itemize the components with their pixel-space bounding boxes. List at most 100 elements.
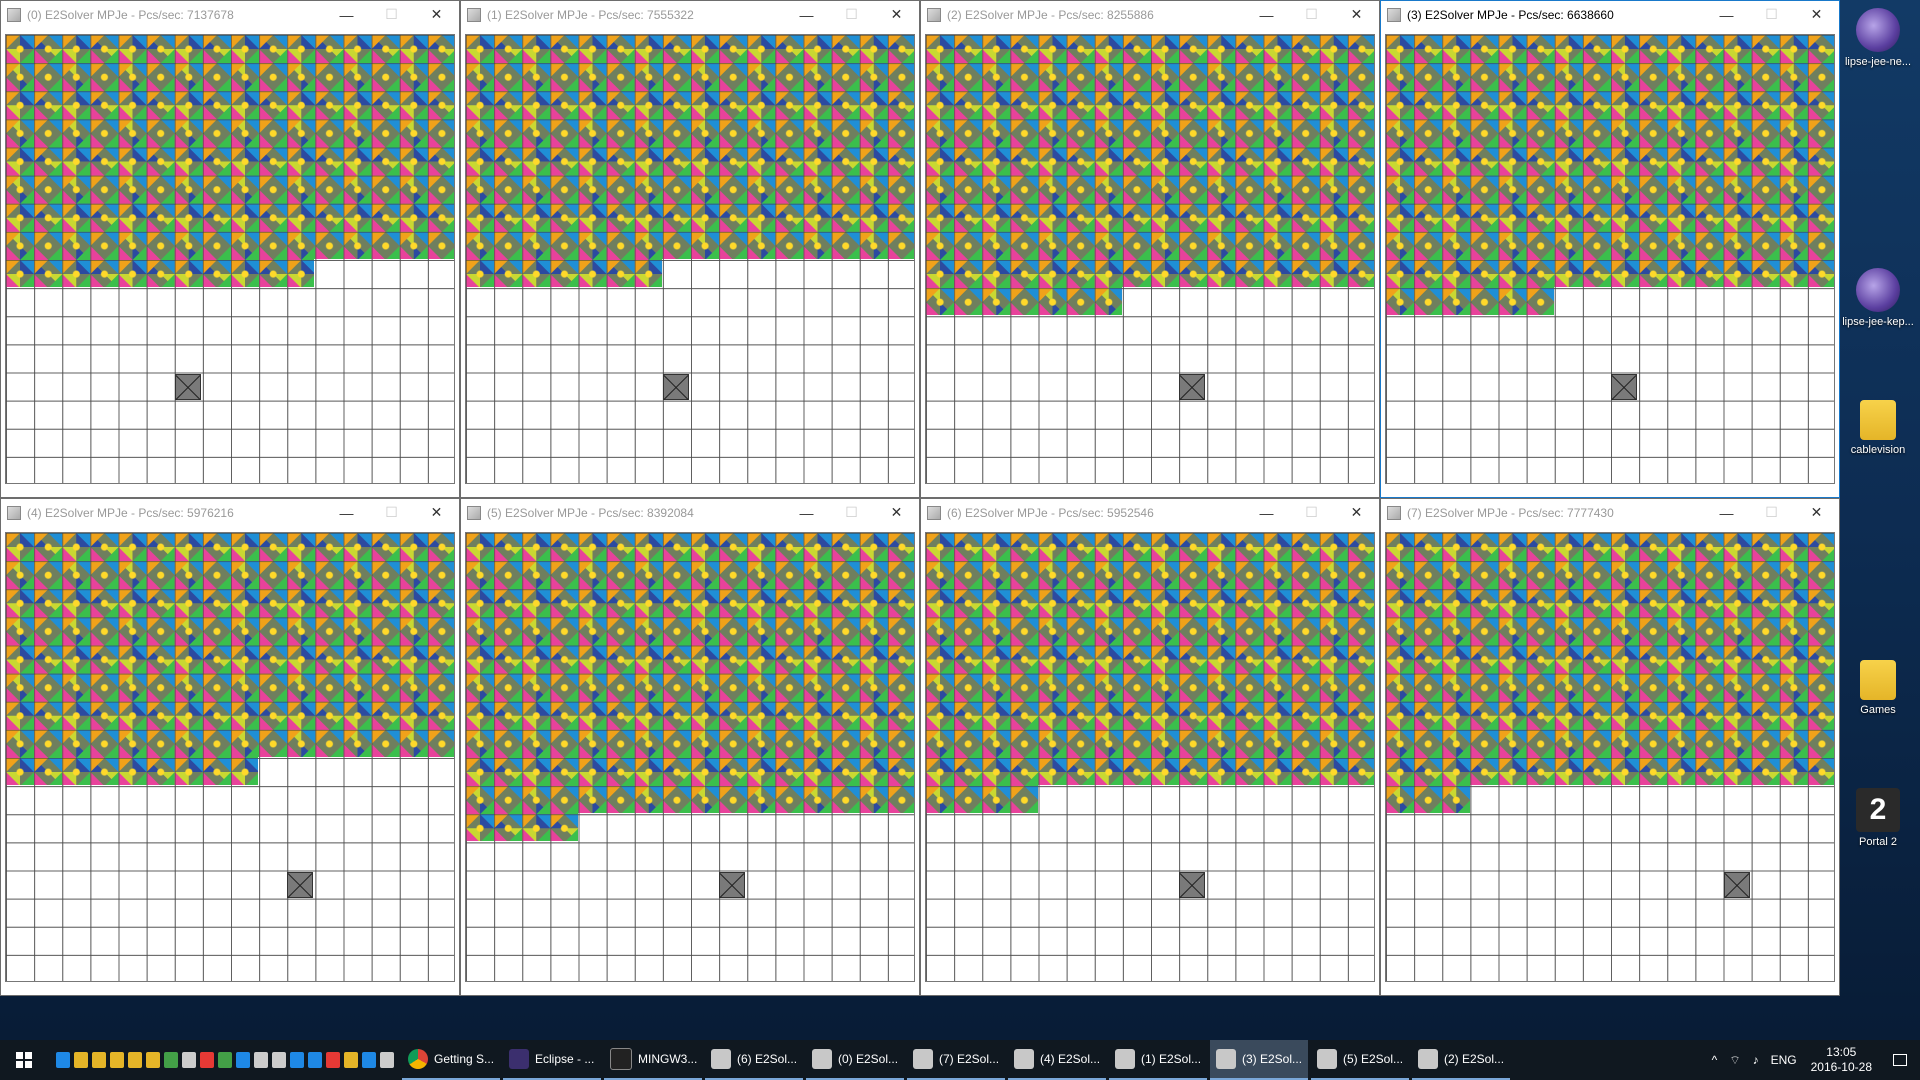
solver-window-7[interactable]: (7) E2Solver MPJe - Pcs/sec: 7777430 — ☐… [1380, 498, 1840, 996]
close-button[interactable]: ✕ [1334, 1, 1379, 28]
title-bar[interactable]: (4) E2Solver MPJe - Pcs/sec: 5976216 — ☐… [1, 499, 459, 526]
network-icon[interactable]: ⌔ [1729, 1053, 1740, 1068]
placed-pieces [926, 533, 1374, 813]
solver-window-2[interactable]: (2) E2Solver MPJe - Pcs/sec: 8255886 — ☐… [920, 0, 1380, 498]
maximize-button[interactable]: ☐ [1749, 499, 1794, 526]
folder-icon[interactable] [146, 1052, 160, 1068]
app-launcher-icon[interactable] [236, 1052, 250, 1068]
taskbar-item-solver-1[interactable]: (1) E2Sol... [1109, 1040, 1207, 1080]
folder-icon[interactable] [92, 1052, 106, 1068]
title-bar[interactable]: (7) E2Solver MPJe - Pcs/sec: 7777430 — ☐… [1381, 499, 1839, 526]
taskbar-item-solver-5[interactable]: (5) E2Sol... [1311, 1040, 1409, 1080]
close-button[interactable]: ✕ [1794, 1, 1839, 28]
minimize-button[interactable]: — [1244, 499, 1289, 526]
skype-icon[interactable] [290, 1052, 304, 1068]
folder-icon[interactable] [128, 1052, 142, 1068]
title-bar[interactable]: (6) E2Solver MPJe - Pcs/sec: 5952546 — ☐… [921, 499, 1379, 526]
desktop-shortcut-portal2[interactable]: 2 Portal 2 [1836, 788, 1920, 848]
minimize-button[interactable]: — [324, 499, 369, 526]
task-label: Eclipse - ... [535, 1052, 595, 1066]
maximize-button[interactable]: ☐ [1289, 1, 1334, 28]
start-button[interactable] [0, 1040, 48, 1080]
placed-pieces [1386, 35, 1834, 315]
maximize-button[interactable]: ☐ [369, 499, 414, 526]
action-center-button[interactable] [1880, 1040, 1920, 1080]
close-button[interactable]: ✕ [874, 499, 919, 526]
app-launcher-icon[interactable] [200, 1052, 214, 1068]
maximize-button[interactable]: ☐ [369, 1, 414, 28]
hint-piece-marker [1179, 872, 1205, 898]
app-launcher-icon[interactable] [272, 1052, 286, 1068]
solver-window-0[interactable]: (0) E2Solver MPJe - Pcs/sec: 7137678 — ☐… [0, 0, 460, 498]
window-title: (3) E2Solver MPJe - Pcs/sec: 6638660 [1407, 7, 1614, 22]
minimize-button[interactable]: — [784, 1, 829, 28]
java-app-icon [1387, 7, 1401, 22]
eclipse-icon [1856, 268, 1900, 312]
taskbar-item-solver-4[interactable]: (4) E2Sol... [1008, 1040, 1106, 1080]
desktop-toolbar-icon[interactable] [56, 1052, 70, 1068]
app-launcher-icon[interactable] [182, 1052, 196, 1068]
maximize-button[interactable]: ☐ [829, 1, 874, 28]
minimize-button[interactable]: — [1704, 1, 1749, 28]
taskbar-item-chrome[interactable]: Getting S... [402, 1040, 500, 1080]
show-hidden-icons-chevron-icon[interactable]: ^ [1712, 1053, 1718, 1067]
taskbar-item-eclipse[interactable]: Eclipse - ... [503, 1040, 601, 1080]
solver-window-3[interactable]: (3) E2Solver MPJe - Pcs/sec: 6638660 — ☐… [1380, 0, 1840, 498]
minimize-button[interactable]: — [1244, 1, 1289, 28]
app-launcher-icon[interactable] [326, 1052, 340, 1068]
taskbar-item-solver-2[interactable]: (2) E2Sol... [1412, 1040, 1510, 1080]
desktop-folder-games[interactable]: Games [1836, 660, 1920, 716]
app-launcher-icon[interactable] [218, 1052, 232, 1068]
app-launcher-icon[interactable] [308, 1052, 322, 1068]
minimize-button[interactable]: — [1704, 499, 1749, 526]
title-bar[interactable]: (1) E2Solver MPJe - Pcs/sec: 7555322 — ☐… [461, 1, 919, 28]
title-bar[interactable]: (0) E2Solver MPJe - Pcs/sec: 7137678 — ☐… [1, 1, 459, 28]
clock[interactable]: 13:05 2016-10-28 [1811, 1045, 1872, 1075]
taskbar-item-solver-6[interactable]: (6) E2Sol... [705, 1040, 803, 1080]
folder-icon[interactable] [74, 1052, 88, 1068]
app-launcher-icon[interactable] [362, 1052, 376, 1068]
desktop-icon-label: cablevision [1850, 444, 1906, 456]
app-launcher-icon[interactable] [380, 1052, 394, 1068]
title-bar[interactable]: (2) E2Solver MPJe - Pcs/sec: 8255886 — ☐… [921, 1, 1379, 28]
close-button[interactable]: ✕ [874, 1, 919, 28]
app-launcher-icon[interactable] [164, 1052, 178, 1068]
close-button[interactable]: ✕ [414, 499, 459, 526]
task-label: (3) E2Sol... [1242, 1052, 1303, 1066]
java-app-icon [7, 7, 21, 22]
maximize-button[interactable]: ☐ [1749, 1, 1794, 28]
minimize-button[interactable]: — [324, 1, 369, 28]
clock-time: 13:05 [1826, 1045, 1857, 1059]
maximize-button[interactable]: ☐ [1289, 499, 1334, 526]
taskbar-item-solver-7[interactable]: (7) E2Sol... [907, 1040, 1005, 1080]
puzzle-board [5, 34, 455, 484]
title-bar[interactable]: (3) E2Solver MPJe - Pcs/sec: 6638660 — ☐… [1381, 1, 1839, 28]
desktop-shortcut-eclipse-neon[interactable]: lipse-jee-ne... [1836, 8, 1920, 68]
desktop-icon-label: lipse-jee-kep... [1842, 316, 1914, 328]
minimize-button[interactable]: — [784, 499, 829, 526]
solver-window-6[interactable]: (6) E2Solver MPJe - Pcs/sec: 5952546 — ☐… [920, 498, 1380, 996]
desktop-shortcut-eclipse-kepler[interactable]: lipse-jee-kep... [1836, 268, 1920, 328]
window-title: (4) E2Solver MPJe - Pcs/sec: 5976216 [27, 505, 234, 520]
window-title: (6) E2Solver MPJe - Pcs/sec: 5952546 [947, 505, 1154, 520]
folder-icon[interactable] [110, 1052, 124, 1068]
java-icon [1317, 1049, 1337, 1069]
close-button[interactable]: ✕ [1334, 499, 1379, 526]
taskbar-item-solver-0[interactable]: (0) E2Sol... [806, 1040, 904, 1080]
close-button[interactable]: ✕ [1794, 499, 1839, 526]
solver-window-1[interactable]: (1) E2Solver MPJe - Pcs/sec: 7555322 — ☐… [460, 0, 920, 498]
solver-window-4[interactable]: (4) E2Solver MPJe - Pcs/sec: 5976216 — ☐… [0, 498, 460, 996]
java-app-icon [467, 505, 481, 520]
close-button[interactable]: ✕ [414, 1, 459, 28]
taskbar-item-mingw[interactable]: MINGW3... [604, 1040, 702, 1080]
maximize-button[interactable]: ☐ [829, 499, 874, 526]
desktop-folder-cablevision[interactable]: cablevision [1836, 400, 1920, 456]
app-launcher-icon[interactable] [254, 1052, 268, 1068]
solver-window-5[interactable]: (5) E2Solver MPJe - Pcs/sec: 8392084 — ☐… [460, 498, 920, 996]
taskbar-item-solver-3[interactable]: (3) E2Sol... [1210, 1040, 1308, 1080]
title-bar[interactable]: (5) E2Solver MPJe - Pcs/sec: 8392084 — ☐… [461, 499, 919, 526]
volume-icon[interactable]: ♪ [1753, 1053, 1759, 1067]
vlc-icon[interactable] [344, 1052, 358, 1068]
language-indicator[interactable]: ENG [1771, 1053, 1797, 1067]
desktop-icon-label: Portal 2 [1859, 836, 1897, 848]
